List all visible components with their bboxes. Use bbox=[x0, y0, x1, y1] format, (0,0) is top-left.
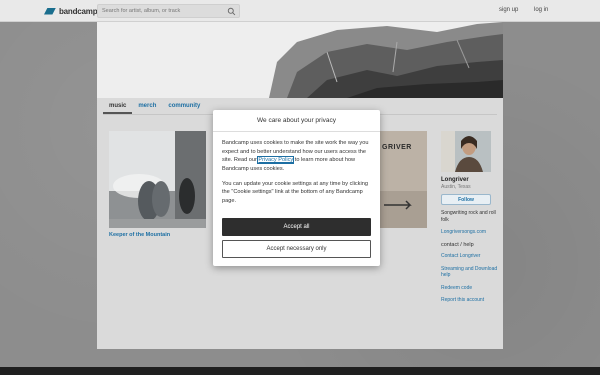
bandcamp-logo[interactable]: bandcamp bbox=[44, 5, 98, 17]
album-title-link[interactable]: Keeper of the Mountain bbox=[109, 232, 170, 238]
report-account-link[interactable]: Report this account bbox=[441, 297, 499, 304]
artist-bio: Songwriting rock and roll folk bbox=[441, 210, 496, 223]
album-cover-image bbox=[109, 131, 206, 228]
search-box bbox=[97, 4, 240, 18]
follow-button[interactable]: Follow bbox=[441, 194, 491, 205]
second-album-cover[interactable]: GRIVER bbox=[380, 131, 427, 228]
logo-text: bandcamp bbox=[59, 6, 98, 16]
artist-website-link[interactable]: Longriversongs.com bbox=[441, 229, 499, 236]
contact-heading: contact / help bbox=[441, 242, 474, 249]
log-in-link[interactable]: log in bbox=[534, 7, 548, 13]
accept-all-button[interactable]: Accept all bbox=[222, 218, 371, 236]
second-album-text: GRIVER bbox=[382, 144, 412, 151]
tab-music[interactable]: music bbox=[103, 101, 133, 114]
streaming-help-link[interactable]: Streaming and Download help bbox=[441, 266, 499, 279]
bandcamp-logo-icon bbox=[44, 7, 56, 15]
cookie-settings-note: You can update your cookie settings at a… bbox=[222, 180, 368, 204]
page-footer bbox=[0, 367, 600, 375]
artist-sidebar: Longriver Austin, Texas Follow Songwriti… bbox=[441, 131, 499, 310]
search-input[interactable] bbox=[98, 5, 223, 17]
contact-links: Contact Longriver Streaming and Download… bbox=[441, 253, 499, 304]
tab-merch[interactable]: merch bbox=[132, 101, 162, 114]
search-icon[interactable] bbox=[227, 7, 236, 16]
redeem-code-link[interactable]: Redeem code bbox=[441, 285, 499, 292]
cookie-consent-dialog: We care about your privacy Bandcamp uses… bbox=[213, 110, 380, 266]
dialog-title: We care about your privacy bbox=[213, 110, 380, 132]
privacy-policy-link[interactable]: Privacy Policy bbox=[257, 156, 295, 165]
artist-location: Austin, Texas bbox=[441, 184, 471, 190]
artist-name: Longriver bbox=[441, 177, 469, 183]
top-bar: bandcamp sign up log in bbox=[0, 0, 600, 22]
banner-image bbox=[97, 22, 503, 98]
artist-nav: music merch community bbox=[103, 101, 206, 114]
artist-photo-image bbox=[441, 131, 491, 172]
contact-artist-link[interactable]: Contact Longriver bbox=[441, 253, 499, 260]
artist-banner bbox=[97, 22, 503, 98]
accept-necessary-button[interactable]: Accept necessary only bbox=[222, 240, 371, 258]
cookie-description: Bandcamp uses cookies to make the site w… bbox=[222, 139, 371, 174]
album-cover[interactable] bbox=[109, 131, 206, 228]
dialog-body: Bandcamp uses cookies to make the site w… bbox=[213, 132, 380, 206]
tab-community[interactable]: community bbox=[162, 101, 206, 114]
sign-up-link[interactable]: sign up bbox=[499, 7, 518, 13]
artist-photo[interactable] bbox=[441, 131, 491, 172]
